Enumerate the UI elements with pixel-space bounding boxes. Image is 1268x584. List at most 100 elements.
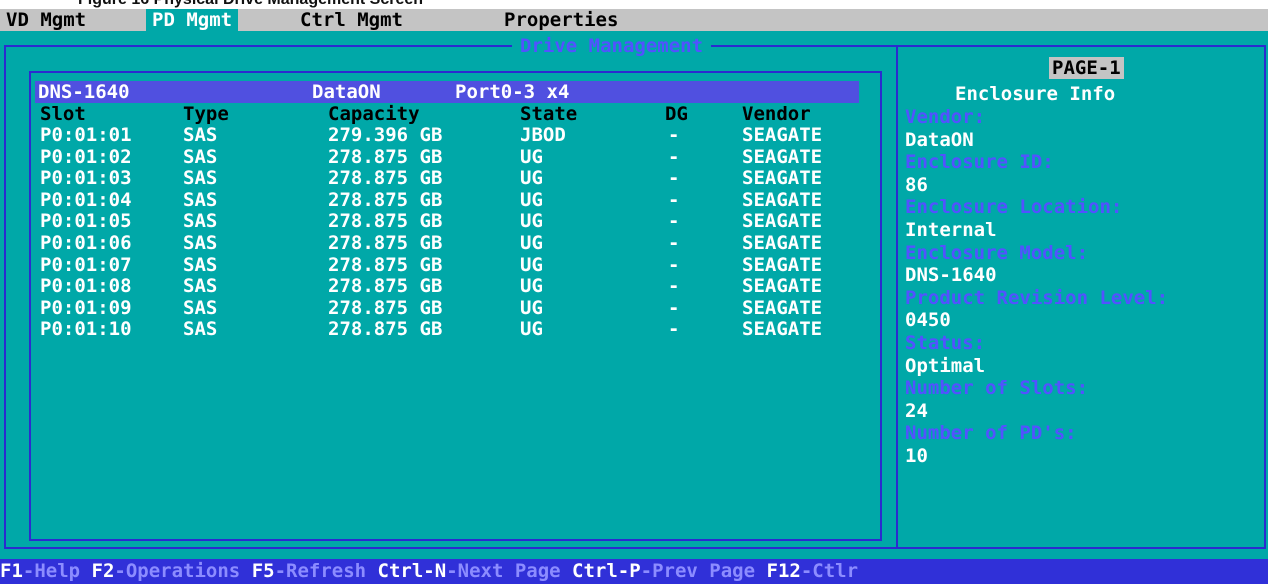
cell-type: SAS [183, 124, 218, 146]
table-row[interactable]: P0:01:10 SAS 278.875 GB UG - SEAGATE [0, 319, 900, 339]
tab-pd-mgmt[interactable]: PD Mgmt [146, 9, 239, 31]
col-slot: Slot [40, 103, 86, 125]
cell-slot: P0:01:08 [40, 275, 132, 298]
cell-slot: P0:01:06 [40, 232, 132, 254]
function-key[interactable]: Ctrl-N [378, 560, 447, 582]
field-value: Optimal [905, 354, 986, 377]
function-key[interactable]: F12 [767, 560, 801, 582]
cell-state: UG [520, 145, 543, 168]
col-type: Type [183, 103, 229, 125]
cell-dg: - [668, 145, 680, 168]
cell-type: SAS [183, 188, 218, 211]
cell-slot: P0:01:07 [40, 253, 132, 276]
cell-dg: - [668, 188, 680, 211]
cell-type: SAS [183, 253, 218, 276]
function-key-description: -Next Page [446, 560, 573, 582]
field-value: Internal [905, 219, 997, 241]
col-state: State [520, 103, 578, 125]
cell-type: SAS [183, 167, 218, 190]
frame-title: Drive Management [512, 36, 712, 56]
table-row[interactable]: P0:01:07 SAS 278.875 GB UG - SEAGATE [0, 255, 900, 275]
cell-capacity: 278.875 GB [328, 296, 443, 319]
cell-vendor: SEAGATE [742, 145, 823, 168]
cell-type: SAS [183, 210, 218, 233]
field-label: Number of Slots: [905, 377, 1089, 400]
field-value: 24 [905, 399, 928, 422]
cell-vendor: SEAGATE [742, 275, 823, 298]
function-key[interactable]: F2 [92, 560, 115, 582]
cell-vendor: SEAGATE [742, 210, 823, 233]
cell-dg: - [668, 275, 680, 298]
table-row[interactable]: P0:01:04 SAS 278.875 GB UG - SEAGATE [0, 190, 900, 210]
field-label: Vendor: [905, 106, 986, 128]
function-key[interactable]: Ctrl-P [572, 560, 641, 582]
function-key-description: -Operations [114, 560, 252, 582]
cell-slot: P0:01:05 [40, 210, 132, 233]
field-value: 10 [905, 445, 928, 467]
table-row[interactable]: P0:01:06 SAS 278.875 GB UG - SEAGATE [0, 233, 900, 253]
field-label: Enclosure Model: [905, 241, 1089, 264]
cell-state: UG [520, 167, 543, 190]
cell-type: SAS [183, 275, 218, 298]
tab-ctrl-mgmt[interactable]: Ctrl Mgmt [294, 9, 409, 31]
figure-caption: Figure 16 Physical Drive Management Scre… [78, 0, 423, 9]
enclosure-info-title: Enclosure Info [955, 83, 1116, 105]
drive-management-screen: Drive Management DNS-1640 DataON Port0-3… [0, 31, 1268, 559]
table-row[interactable]: P0:01:08 SAS 278.875 GB UG - SEAGATE [0, 276, 900, 296]
cell-vendor: SEAGATE [742, 296, 823, 319]
function-key-description: -Prev Page [640, 560, 767, 582]
table-row[interactable]: P0:01:05 SAS 278.875 GB UG - SEAGATE [0, 211, 900, 231]
col-capacity: Capacity [328, 103, 420, 125]
enclosure-port: Port0-3 x4 [455, 81, 570, 103]
cell-slot: P0:01:04 [40, 188, 132, 211]
cell-vendor: SEAGATE [742, 124, 823, 146]
function-key[interactable]: F1 [0, 560, 23, 582]
cell-type: SAS [183, 232, 218, 254]
cell-dg: - [668, 124, 680, 146]
field-value: 0450 [905, 309, 951, 332]
table-row[interactable]: P0:01:01 SAS 279.396 GB JBOD - SEAGATE [0, 125, 900, 145]
cell-capacity: 278.875 GB [328, 188, 443, 211]
field-label: Status: [905, 332, 986, 354]
cell-state: UG [520, 210, 543, 233]
cell-state: UG [520, 232, 543, 254]
menu-bar: VD Mgmt PD Mgmt Ctrl Mgmt Properties [0, 9, 1268, 31]
cell-dg: - [668, 296, 680, 319]
enclosure-vendor: DataON [312, 81, 381, 103]
cell-capacity: 278.875 GB [328, 210, 443, 233]
table-row[interactable]: P0:01:03 SAS 278.875 GB UG - SEAGATE [0, 168, 900, 188]
cell-dg: - [668, 318, 680, 341]
tab-vd-mgmt[interactable]: VD Mgmt [0, 9, 92, 31]
cell-capacity: 278.875 GB [328, 253, 443, 276]
cell-capacity: 278.875 GB [328, 232, 443, 254]
field-label: Number of PD's: [905, 422, 1077, 445]
table-row[interactable]: P0:01:02 SAS 278.875 GB UG - SEAGATE [0, 147, 900, 167]
enclosure-bar[interactable]: DNS-1640 DataON Port0-3 x4 [35, 81, 859, 103]
cell-dg: - [668, 232, 680, 254]
cell-capacity: 278.875 GB [328, 145, 443, 168]
cell-vendor: SEAGATE [742, 167, 823, 190]
page-indicator: PAGE-1 [1049, 57, 1124, 79]
function-key-description: -Ctlr [800, 560, 859, 582]
tab-properties[interactable]: Properties [498, 9, 624, 31]
cell-type: SAS [183, 145, 218, 168]
cell-state: UG [520, 275, 543, 298]
cell-slot: P0:01:01 [40, 124, 132, 146]
field-label: Product Revision Level: [905, 286, 1169, 309]
cell-capacity: 278.875 GB [328, 167, 443, 190]
table-row[interactable]: P0:01:09 SAS 278.875 GB UG - SEAGATE [0, 298, 900, 318]
cell-dg: - [668, 210, 680, 233]
cell-type: SAS [183, 296, 218, 319]
cell-slot: P0:01:09 [40, 296, 132, 319]
field-label: Enclosure ID: [905, 151, 1054, 174]
field-value: DataON [905, 128, 974, 151]
function-key-bar: F1-Help F2-Operations F5-Refresh Ctrl-N-… [0, 559, 1268, 584]
cell-state: JBOD [520, 124, 566, 146]
cell-vendor: SEAGATE [742, 188, 823, 211]
function-key[interactable]: F5 [252, 560, 275, 582]
cell-slot: P0:01:10 [40, 318, 132, 341]
cell-capacity: 279.396 GB [328, 124, 443, 146]
cell-capacity: 278.875 GB [328, 275, 443, 298]
cell-slot: P0:01:02 [40, 145, 132, 168]
cell-vendor: SEAGATE [742, 232, 823, 254]
